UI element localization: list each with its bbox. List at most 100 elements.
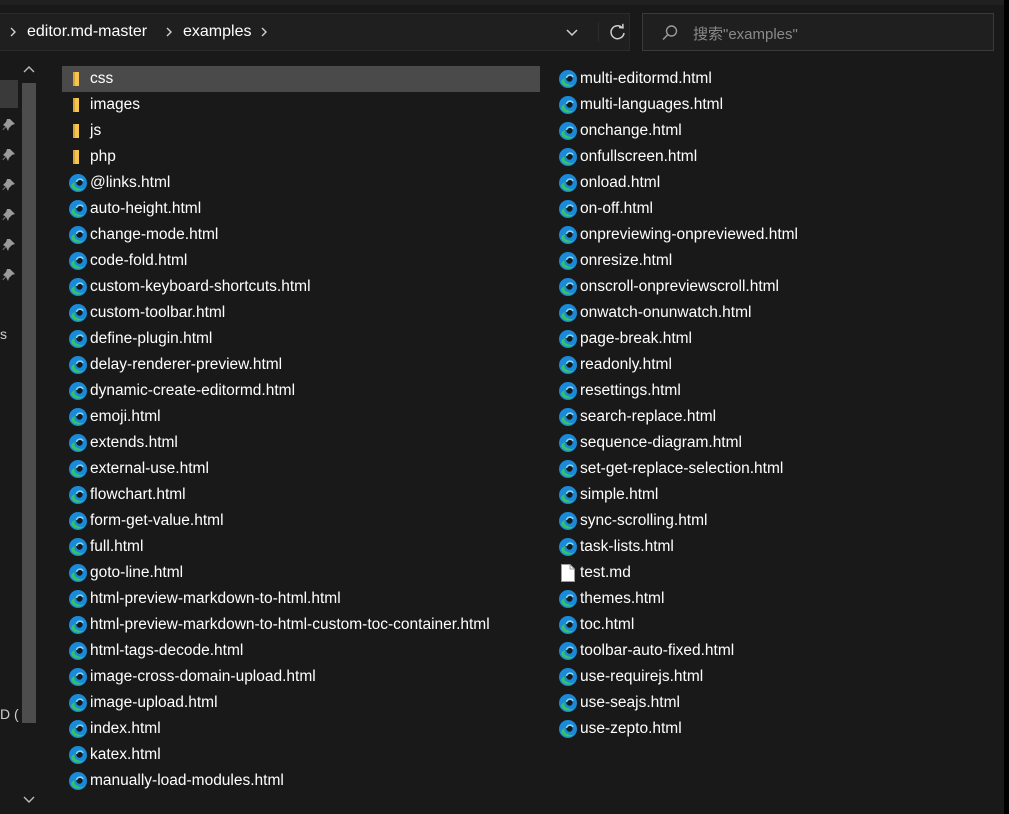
file-name: delay-renderer-preview.html [90, 356, 283, 373]
breadcrumb-editor-md-master[interactable]: editor.md-master [27, 23, 147, 41]
file-item[interactable]: form-get-value.html [62, 508, 540, 534]
file-item[interactable]: onpreviewing-onpreviewed.html [552, 222, 1009, 248]
file-name: onpreviewing-onpreviewed.html [580, 226, 798, 243]
file-item[interactable]: code-fold.html [62, 248, 540, 274]
file-name: onresize.html [580, 252, 673, 269]
scrollbar-thumb[interactable] [22, 83, 36, 723]
file-item[interactable]: readonly.html [552, 352, 1009, 378]
file-item[interactable]: multi-languages.html [552, 92, 1009, 118]
pin-icon[interactable] [2, 148, 16, 162]
file-item[interactable]: html-preview-markdown-to-html-custom-toc… [62, 612, 540, 638]
file-item[interactable]: define-plugin.html [62, 326, 540, 352]
nav-scrollbar[interactable] [18, 58, 40, 814]
file-explorer-window: editor.md-master examples 搜索"examples" s… [0, 0, 1009, 814]
file-item[interactable]: change-mode.html [62, 222, 540, 248]
file-item[interactable]: onscroll-onpreviewscroll.html [552, 274, 1009, 300]
file-name: form-get-value.html [90, 512, 224, 529]
file-name: css [90, 70, 114, 87]
file-name: onchange.html [580, 122, 682, 139]
chevron-right-icon[interactable] [8, 23, 18, 41]
edge-browser-icon [558, 95, 578, 115]
file-name: dynamic-create-editormd.html [90, 382, 296, 399]
file-item[interactable]: image-upload.html [62, 690, 540, 716]
refresh-icon[interactable] [598, 22, 629, 42]
file-item[interactable]: onchange.html [552, 118, 1009, 144]
file-item[interactable]: @links.html [62, 170, 540, 196]
file-item[interactable]: use-zepto.html [552, 716, 1009, 742]
folder-item[interactable]: php [62, 144, 540, 170]
breadcrumb-examples[interactable]: examples [183, 23, 251, 41]
file-item[interactable]: use-requirejs.html [552, 664, 1009, 690]
search-box[interactable]: 搜索"examples" [642, 13, 994, 51]
file-item[interactable]: extends.html [62, 430, 540, 456]
file-item[interactable]: task-lists.html [552, 534, 1009, 560]
file-name: define-plugin.html [90, 330, 213, 347]
file-item[interactable]: simple.html [552, 482, 1009, 508]
edge-browser-icon [558, 251, 578, 271]
file-item[interactable]: dynamic-create-editormd.html [62, 378, 540, 404]
pin-icon[interactable] [2, 178, 16, 192]
chevron-right-icon[interactable] [259, 23, 269, 41]
folder-item[interactable]: images [62, 92, 540, 118]
file-item[interactable]: onload.html [552, 170, 1009, 196]
file-item[interactable]: image-cross-domain-upload.html [62, 664, 540, 690]
folder-icon [68, 147, 88, 167]
file-item[interactable]: full.html [62, 534, 540, 560]
edge-browser-icon [68, 225, 88, 245]
pin-icon[interactable] [2, 238, 16, 252]
file-item[interactable]: on-off.html [552, 196, 1009, 222]
edge-browser-icon [68, 355, 88, 375]
file-item[interactable]: themes.html [552, 586, 1009, 612]
file-item[interactable]: search-replace.html [552, 404, 1009, 430]
file-item[interactable]: toc.html [552, 612, 1009, 638]
file-item[interactable]: multi-editormd.html [552, 66, 1009, 92]
file-item[interactable]: manually-load-modules.html [62, 768, 540, 794]
file-item[interactable]: toolbar-auto-fixed.html [552, 638, 1009, 664]
file-name: full.html [90, 538, 144, 555]
nav-item-fragment[interactable]: D ( [0, 706, 19, 722]
file-name: katex.html [90, 746, 161, 763]
folder-item[interactable]: css [62, 66, 540, 92]
edge-browser-icon [558, 693, 578, 713]
nav-selected-item[interactable] [0, 80, 18, 108]
address-bar[interactable]: editor.md-master examples [0, 13, 630, 51]
pin-icon[interactable] [2, 208, 16, 222]
file-item[interactable]: sequence-diagram.html [552, 430, 1009, 456]
edge-browser-icon [558, 433, 578, 453]
scroll-up-icon[interactable] [22, 63, 36, 75]
search-placeholder[interactable]: 搜索"examples" [693, 23, 798, 44]
file-item[interactable]: custom-keyboard-shortcuts.html [62, 274, 540, 300]
nav-item-fragment[interactable]: s [0, 326, 7, 342]
file-item[interactable]: use-seajs.html [552, 690, 1009, 716]
file-name: @links.html [90, 174, 171, 191]
file-item[interactable]: goto-line.html [62, 560, 540, 586]
file-item[interactable]: set-get-replace-selection.html [552, 456, 1009, 482]
file-item[interactable]: katex.html [62, 742, 540, 768]
file-item[interactable]: html-tags-decode.html [62, 638, 540, 664]
folder-item[interactable]: js [62, 118, 540, 144]
file-item[interactable]: external-use.html [62, 456, 540, 482]
file-item[interactable]: test.md [552, 560, 1009, 586]
file-item[interactable]: onfullscreen.html [552, 144, 1009, 170]
chevron-right-icon[interactable] [164, 23, 174, 41]
file-item[interactable]: sync-scrolling.html [552, 508, 1009, 534]
file-item[interactable]: onwatch-onunwatch.html [552, 300, 1009, 326]
file-item[interactable]: index.html [62, 716, 540, 742]
file-item[interactable]: delay-renderer-preview.html [62, 352, 540, 378]
scroll-down-icon[interactable] [22, 794, 36, 806]
file-item[interactable]: resettings.html [552, 378, 1009, 404]
file-item[interactable]: flowchart.html [62, 482, 540, 508]
file-item[interactable]: page-break.html [552, 326, 1009, 352]
edge-browser-icon [68, 433, 88, 453]
file-item[interactable]: auto-height.html [62, 196, 540, 222]
file-item[interactable]: emoji.html [62, 404, 540, 430]
pin-icon[interactable] [2, 118, 16, 132]
pin-icon[interactable] [2, 268, 16, 282]
file-item[interactable]: custom-toolbar.html [62, 300, 540, 326]
file-item[interactable]: onresize.html [552, 248, 1009, 274]
file-name: images [90, 96, 140, 113]
chevron-down-icon[interactable] [563, 23, 581, 41]
file-item[interactable]: html-preview-markdown-to-html.html [62, 586, 540, 612]
file-name: on-off.html [580, 200, 653, 217]
edge-browser-icon [68, 771, 88, 791]
